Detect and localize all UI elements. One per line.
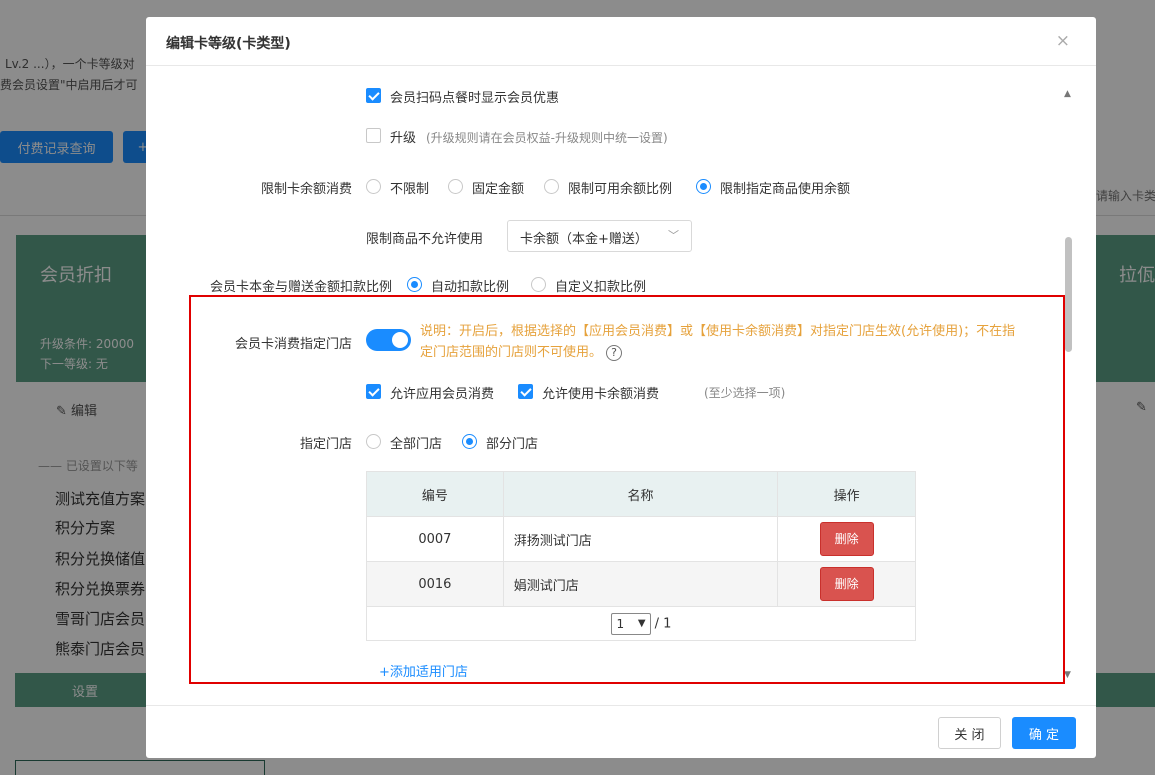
- stores-table: 编号 名称 操作 0007 湃扬测试门店 删除 0016 娟测试门店 删除 1 ▼…: [366, 471, 916, 641]
- modal-footer: 关 闭 确 定: [146, 705, 1096, 758]
- allow-hint: (至少选择一项): [704, 386, 786, 400]
- upgrade-hint: (升级规则请在会员权益-升级规则中统一设置): [426, 131, 668, 145]
- page-select[interactable]: 1 ▼: [610, 612, 651, 635]
- limit-option-radio[interactable]: [366, 179, 381, 194]
- table-row: 0016 娟测试门店 删除: [366, 561, 916, 607]
- ratio-option-radio-selected[interactable]: [407, 277, 422, 292]
- stores-option-label: 全部门店: [390, 437, 443, 452]
- restrict-goods-label: 限制商品不允许使用: [366, 232, 484, 247]
- limit-option-radio[interactable]: [544, 179, 559, 194]
- allow-balance-label: 允许使用卡余额消费: [542, 387, 660, 402]
- limit-option-radio-selected[interactable]: [696, 179, 711, 194]
- note-line-1: 说明：开启后，根据选择的【应用会员消费】或【使用卡余额消费】对指定门店生效(允许…: [420, 324, 1016, 339]
- close-button[interactable]: 关 闭: [938, 717, 1001, 749]
- note-line-2: 定门店范围的门店则不可使用。?: [420, 342, 1060, 363]
- page-value: 1: [616, 616, 625, 631]
- chevron-down-icon: ▼: [637, 617, 646, 629]
- limit-balance-label: 限制卡余额消费: [260, 182, 352, 197]
- limit-option-label: 固定金额: [472, 182, 525, 197]
- note-line-2-text: 定门店范围的门店则不可使用。: [420, 345, 603, 360]
- store-consume-label: 会员卡消费指定门店: [234, 337, 352, 352]
- allow-member-checkbox[interactable]: [366, 384, 381, 399]
- add-store-link[interactable]: +添加适用门店: [379, 661, 468, 680]
- limit-option-radio[interactable]: [448, 179, 463, 194]
- ratio-option-label: 自定义扣款比例: [555, 280, 647, 295]
- limit-option-label: 限制可用余额比例: [568, 182, 673, 197]
- allow-balance-checkbox[interactable]: [518, 384, 533, 399]
- confirm-button[interactable]: 确 定: [1012, 717, 1076, 749]
- page-total: / 1: [654, 616, 672, 631]
- ratio-option-radio[interactable]: [531, 277, 546, 292]
- table-row: 0007 湃扬测试门店 删除: [366, 516, 916, 562]
- upgrade-label: 升级: [390, 131, 417, 146]
- restrict-goods-value: 卡余额（本金+赠送）: [520, 232, 648, 247]
- delete-button[interactable]: 删除: [819, 522, 874, 556]
- upgrade-checkbox[interactable]: [366, 128, 381, 143]
- limit-option-label: 限制指定商品使用余额: [720, 182, 851, 197]
- scroll-down-icon[interactable]: ▼: [1064, 670, 1071, 680]
- scrollbar-thumb[interactable]: [1065, 237, 1072, 352]
- modal-header: 编辑卡等级(卡类型) ×: [146, 17, 1096, 66]
- cell-code: 0007: [366, 516, 504, 562]
- stores-option-label: 部分门店: [486, 437, 539, 452]
- close-icon[interactable]: ×: [1056, 31, 1070, 51]
- show-discount-checkbox[interactable]: [366, 88, 381, 103]
- column-header-action: 操作: [777, 471, 916, 517]
- chevron-down-icon: ﹀: [668, 229, 679, 242]
- column-header-code: 编号: [366, 471, 504, 517]
- pagination-row: 1 ▼ / 1: [366, 606, 916, 641]
- show-discount-label: 会员扫码点餐时显示会员优惠: [390, 91, 560, 106]
- scrollbar[interactable]: [1063, 87, 1077, 677]
- store-consume-note: 说明：开启后，根据选择的【应用会员消费】或【使用卡余额消费】对指定门店生效(允许…: [420, 321, 1060, 363]
- cell-action: 删除: [777, 516, 916, 562]
- pagination-cell: 1 ▼ / 1: [366, 606, 916, 641]
- ratio-label: 会员卡本金与赠送金额扣款比例: [209, 280, 392, 295]
- modal-title: 编辑卡等级(卡类型): [166, 36, 291, 52]
- allow-member-label: 允许应用会员消费: [390, 387, 495, 402]
- cell-name: 湃扬测试门店: [502, 516, 779, 562]
- cell-name: 娟测试门店: [502, 561, 779, 607]
- restrict-goods-select[interactable]: 卡余额（本金+赠送） ﹀: [507, 220, 692, 252]
- stores-option-radio-selected[interactable]: [462, 434, 477, 449]
- stores-option-radio[interactable]: [366, 434, 381, 449]
- table-header-row: 编号 名称 操作: [366, 471, 916, 517]
- store-consume-toggle[interactable]: [366, 329, 411, 351]
- column-header-name: 名称: [502, 471, 779, 517]
- help-icon[interactable]: ?: [606, 344, 623, 361]
- stores-label: 指定门店: [299, 437, 352, 452]
- delete-button[interactable]: 删除: [819, 567, 874, 601]
- cell-action: 删除: [777, 561, 916, 607]
- cell-code: 0016: [366, 561, 504, 607]
- edit-card-level-modal: 编辑卡等级(卡类型) × ▲ ▼ 会员扫码点餐时显示会员优惠 升级 (升级规则请…: [146, 17, 1096, 758]
- ratio-option-label: 自动扣款比例: [431, 280, 510, 295]
- limit-option-label: 不限制: [390, 182, 430, 197]
- scroll-up-icon[interactable]: ▲: [1064, 89, 1071, 99]
